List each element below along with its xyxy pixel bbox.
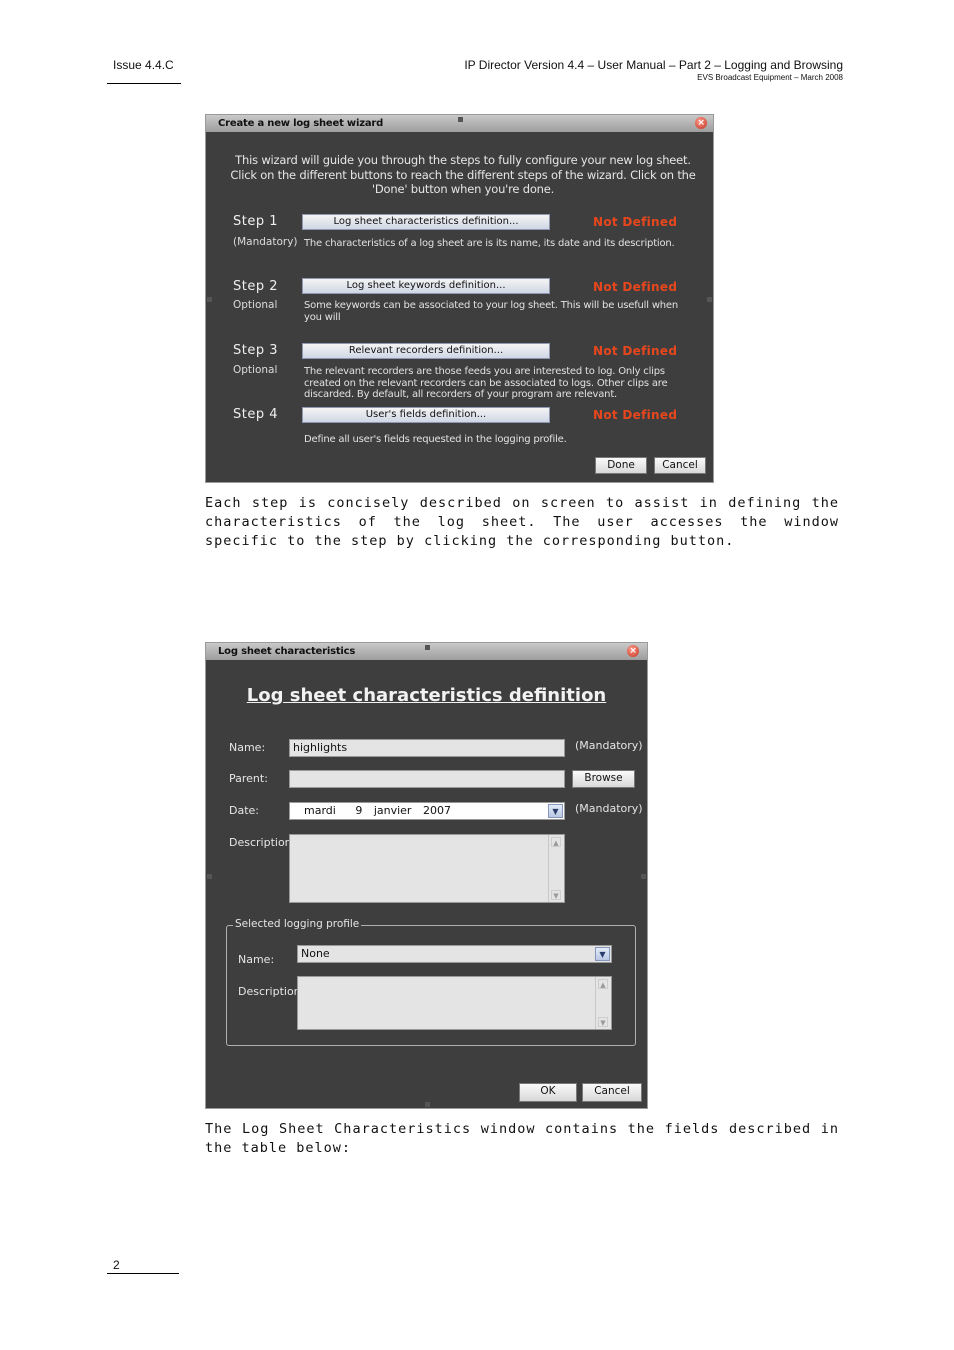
step-1-sub: (Mandatory) — [233, 236, 298, 248]
description-textarea[interactable]: ▲ ▼ — [289, 834, 565, 903]
name-input[interactable]: highlights — [289, 739, 565, 757]
ok-button[interactable]: OK — [519, 1083, 577, 1102]
resize-handle[interactable] — [458, 117, 463, 122]
step-3-description: The relevant recorders are those feeds y… — [304, 366, 668, 400]
dialog-heading: Log sheet characteristics definition — [246, 685, 607, 706]
resize-handle[interactable] — [425, 645, 430, 650]
step-1-description: The characteristics of a log sheet are i… — [304, 238, 675, 249]
step-3-title: Step 3 — [233, 343, 279, 358]
step-3-button[interactable]: Relevant recorders definition... — [302, 343, 550, 359]
body-paragraph: Each step is concisely described on scre… — [205, 495, 839, 549]
name-mandatory-label: (Mandatory) — [575, 739, 643, 752]
step-4-button[interactable]: User's fields definition... — [302, 407, 550, 423]
wizard-window: Create a new log sheet wizard × This wiz… — [205, 114, 714, 483]
date-number: 9 — [355, 804, 363, 817]
step-2-status: Not Defined — [593, 280, 678, 294]
step-3-status: Not Defined — [593, 344, 678, 358]
step-2-description: Some keywords can be associated to your … — [304, 300, 679, 323]
wizard-intro: This wizard will guide you through the s… — [230, 153, 696, 196]
cancel-button[interactable]: Cancel — [582, 1083, 642, 1102]
date-month: janvier — [373, 804, 412, 817]
step-4-status: Not Defined — [593, 408, 678, 422]
scrollbar[interactable]: ▲ ▼ — [595, 977, 611, 1029]
log-sheet-characteristics-window: Log sheet characteristics × Log sheet ch… — [205, 642, 648, 1109]
scroll-down-icon[interactable]: ▼ — [551, 890, 561, 900]
resize-handle[interactable] — [207, 297, 212, 302]
logging-profile-group: Selected logging profile Name: None ▼ De… — [226, 918, 636, 1046]
step-2-title: Step 2 — [233, 279, 279, 294]
step-4-description: Define all user's fields requested in th… — [304, 434, 567, 445]
date-picker[interactable]: mardi 9 janvier 2007 ▼ — [289, 802, 565, 820]
logging-profile-legend: Selected logging profile — [233, 918, 362, 930]
date-mandatory-label: (Mandatory) — [575, 802, 643, 815]
profile-description-label: Description: — [238, 985, 305, 998]
resize-handle[interactable] — [425, 1102, 430, 1107]
step-2-button[interactable]: Log sheet keywords definition... — [302, 278, 550, 294]
date-day: mardi — [304, 804, 336, 817]
resize-handle[interactable] — [707, 297, 712, 302]
close-icon[interactable]: × — [627, 645, 639, 657]
profile-name-label: Name: — [238, 953, 275, 966]
cancel-button[interactable]: Cancel — [654, 457, 706, 474]
parent-input[interactable] — [289, 770, 565, 788]
characteristics-title: Log sheet characteristics — [218, 646, 356, 657]
chevron-down-icon[interactable]: ▼ — [595, 947, 610, 961]
step-1-title: Step 1 — [233, 214, 279, 229]
footer-rule — [107, 1273, 179, 1274]
step-1-button[interactable]: Log sheet characteristics definition... — [302, 214, 550, 230]
resize-handle[interactable] — [207, 874, 212, 879]
profile-name-value: None — [301, 947, 330, 960]
scrollbar[interactable]: ▲ ▼ — [548, 835, 564, 902]
scroll-down-icon[interactable]: ▼ — [598, 1017, 608, 1027]
issue-label: Issue 4.4.C — [113, 58, 174, 72]
step-1-status: Not Defined — [593, 215, 678, 229]
body-paragraph: The Log Sheet Characteristics window con… — [205, 1121, 839, 1156]
date-year: 2007 — [422, 804, 451, 817]
step-3-sub: Optional — [233, 364, 278, 376]
header-rule — [107, 83, 181, 84]
scroll-up-icon[interactable]: ▲ — [551, 837, 561, 847]
description-label: Description: — [229, 836, 296, 849]
browse-button[interactable]: Browse — [572, 770, 635, 788]
done-button[interactable]: Done — [595, 457, 647, 474]
page-number: 2 — [113, 1258, 120, 1272]
date-label: Date: — [229, 804, 259, 817]
document-title: IP Director Version 4.4 – User Manual – … — [464, 58, 843, 72]
document-subtitle: EVS Broadcast Equipment – March 2008 — [697, 73, 843, 82]
step-2-sub: Optional — [233, 299, 278, 311]
document-header: IP Director Version 4.4 – User Manual – … — [464, 58, 843, 82]
parent-label: Parent: — [229, 772, 268, 785]
scroll-up-icon[interactable]: ▲ — [598, 979, 608, 989]
profile-description-textarea[interactable]: ▲ ▼ — [297, 976, 612, 1030]
wizard-title: Create a new log sheet wizard — [218, 118, 384, 129]
close-icon[interactable]: × — [695, 117, 707, 129]
chevron-down-icon[interactable]: ▼ — [548, 804, 563, 818]
step-4-title: Step 4 — [233, 407, 279, 422]
resize-handle[interactable] — [641, 874, 646, 879]
name-label: Name: — [229, 741, 266, 754]
profile-name-select[interactable]: None ▼ — [297, 945, 612, 963]
